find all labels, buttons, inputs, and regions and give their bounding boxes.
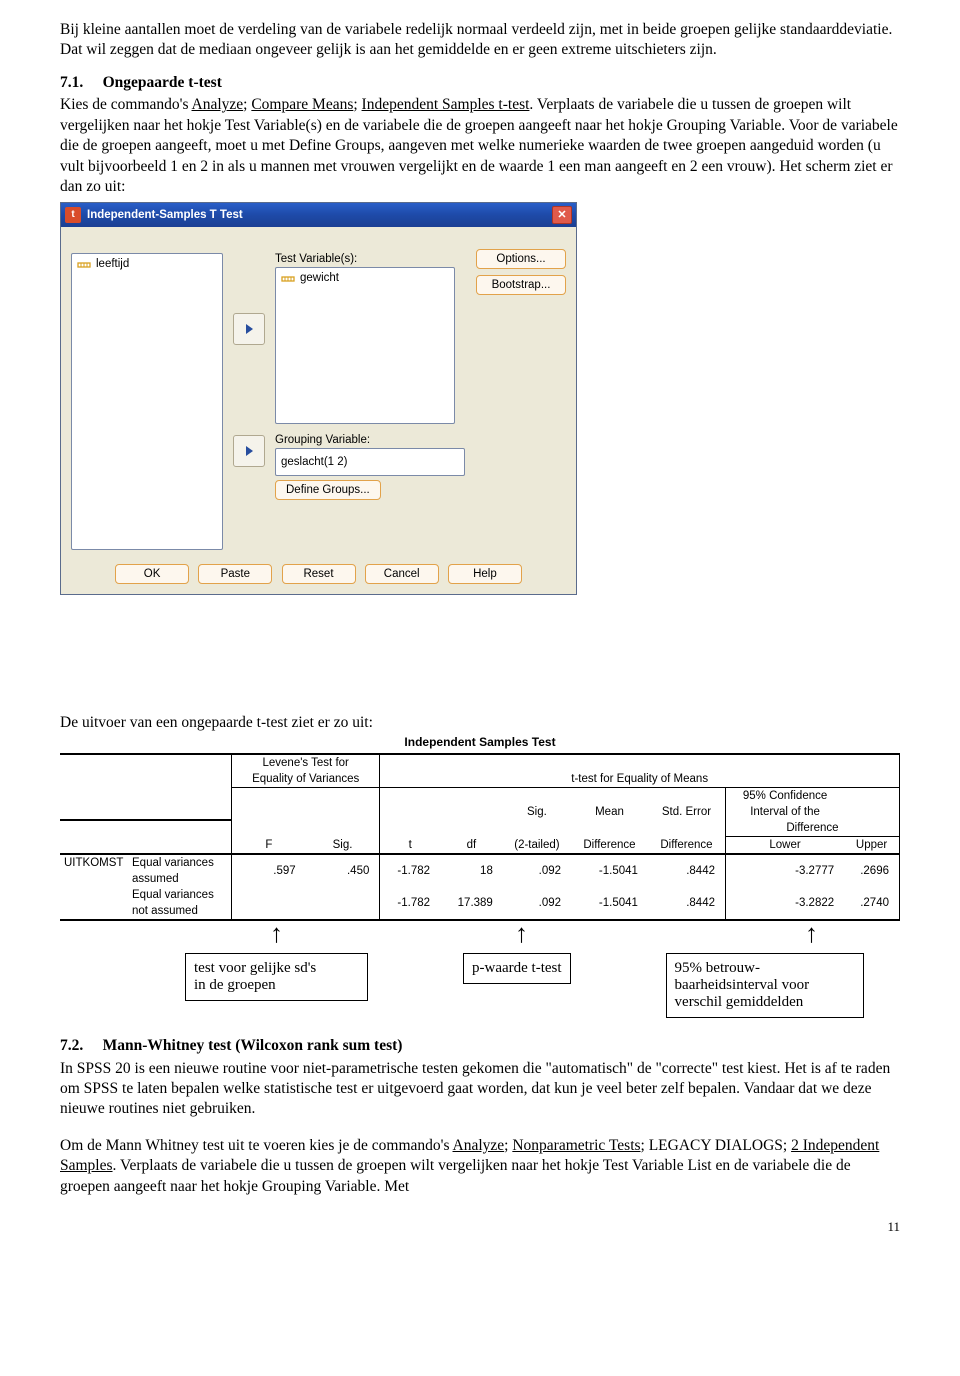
scale-variable-icon [77,257,91,271]
table-title: Independent Samples Test [60,735,900,749]
bootstrap-button[interactable]: Bootstrap... [476,275,566,295]
section-number: 7.2. [60,1037,83,1054]
section-title-text: Mann-Whitney test (Wilcoxon rank sum tes… [103,1037,403,1054]
table-row: UITKOMST Equal variances .597 .450 -1.78… [60,854,900,871]
results-table: Levene's Test for Equality of Variances … [60,753,900,921]
arrow-up-icon: ↑ [515,925,528,943]
grouping-variable-label: Grouping Variable: [275,434,455,446]
ok-button[interactable]: OK [115,564,189,584]
paragraph: De uitvoer van een ongepaarde t-test zie… [60,713,900,733]
source-variable-list[interactable]: leeftijd [71,253,223,550]
paste-button[interactable]: Paste [198,564,272,584]
test-variable-value: gewicht [300,272,339,284]
section-number: 7.1. [60,74,83,91]
section-title-text: Ongepaarde t-test [103,74,222,91]
annotation-box: test voor gelijke sd's in de groepen [185,953,368,1001]
paragraph: Kies de commando's Analyze; Compare Mean… [60,95,900,197]
annotation-box: p-waarde t-test [463,953,571,984]
help-button[interactable]: Help [448,564,522,584]
move-to-grouping-variable-button[interactable] [233,435,265,467]
section-heading: 7.2. Mann-Whitney test (Wilcoxon rank su… [60,1036,900,1056]
define-groups-button[interactable]: Define Groups... [275,480,381,500]
spss-app-icon: t [65,207,81,223]
arrow-up-icon: ↑ [270,925,283,943]
reset-button[interactable]: Reset [282,564,356,584]
close-icon[interactable]: ✕ [552,206,572,224]
grouping-variable-field[interactable]: geslacht(1 2) [275,448,465,476]
spss-dialog: t Independent-Samples T Test ✕ leeftijd [60,202,577,595]
options-button[interactable]: Options... [476,249,566,269]
test-variable-label: Test Variable(s): [275,253,455,265]
table-row: Equal variances -1.782 17.389 .092 -1.50… [60,887,900,903]
page-number: 11 [60,1219,900,1235]
section-heading: 7.1. Ongepaarde t-test [60,73,900,93]
scale-variable-icon [281,271,295,285]
annotation-box: 95% betrouw- baarheidsinterval voor vers… [666,953,864,1018]
dialog-titlebar: t Independent-Samples T Test ✕ [61,203,576,227]
grouping-variable-value: geslacht(1 2) [281,456,347,468]
paragraph: In SPSS 20 is een nieuwe routine voor ni… [60,1059,900,1120]
dialog-title: Independent-Samples T Test [87,209,243,221]
paragraph: Om de Mann Whitney test uit te voeren ki… [60,1136,900,1197]
move-to-test-variables-button[interactable] [233,313,265,345]
paragraph: Bij kleine aantallen moet de verdeling v… [60,20,900,61]
arrow-up-icon: ↑ [805,925,818,943]
test-variable-list[interactable]: gewicht [275,267,455,424]
variable-name: leeftijd [96,258,129,270]
cancel-button[interactable]: Cancel [365,564,439,584]
